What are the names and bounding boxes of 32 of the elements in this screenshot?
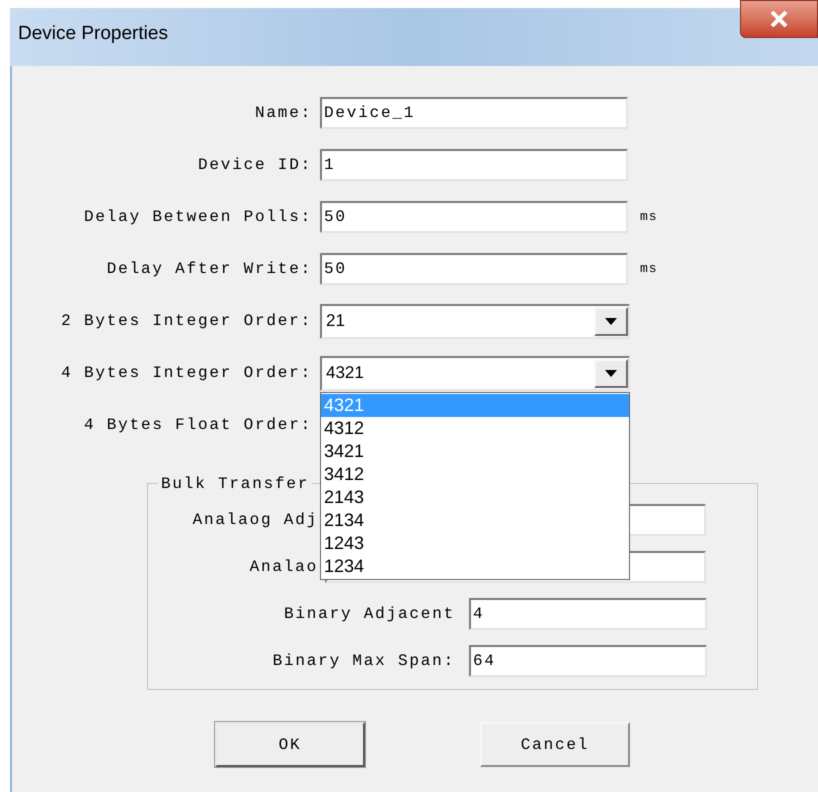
close-icon	[770, 11, 788, 27]
text-field[interactable]: 50	[320, 253, 628, 285]
dropdown-field[interactable]: 21	[320, 304, 630, 338]
field-label: Analaog Adj	[192, 510, 318, 530]
ok-button[interactable]: OK	[215, 722, 365, 767]
field-label: 4 Bytes Integer Order:	[61, 363, 312, 384]
field-label: Binary Max Span:	[272, 650, 455, 672]
text-field[interactable]: Device_1	[320, 97, 628, 129]
text-field[interactable]: 64	[469, 644, 707, 676]
text-field[interactable]: 50	[320, 201, 628, 233]
field-label: Delay Between Polls:	[84, 207, 312, 228]
dropdown-value: 21	[326, 310, 345, 332]
field-label: Delay After Write:	[106, 259, 312, 280]
caret-icon	[605, 318, 617, 324]
field-label: Binary Adjacent	[284, 604, 455, 624]
text-field[interactable]: 1	[320, 149, 628, 181]
window-title: Device Properties	[18, 22, 168, 46]
field-label: Device ID:	[198, 155, 312, 176]
dropdown-arrow-button[interactable]	[594, 358, 628, 388]
unit-label: ms	[640, 208, 658, 226]
field-label: 4 Bytes Float Order:	[84, 415, 312, 436]
field-label: 2 Bytes Integer Order:	[61, 311, 312, 332]
close-button[interactable]	[740, 0, 818, 38]
caret-icon	[605, 370, 617, 376]
cancel-button[interactable]: Cancel	[480, 722, 630, 767]
dropdown-value: 4321	[326, 362, 364, 384]
field-label: Name:	[254, 103, 312, 124]
unit-label: ms	[640, 260, 658, 278]
dropdown-arrow-button[interactable]	[594, 306, 628, 336]
field-label: Analao	[250, 556, 318, 578]
dropdown-field[interactable]: 4321	[320, 356, 630, 390]
text-field[interactable]: 4	[469, 598, 707, 630]
